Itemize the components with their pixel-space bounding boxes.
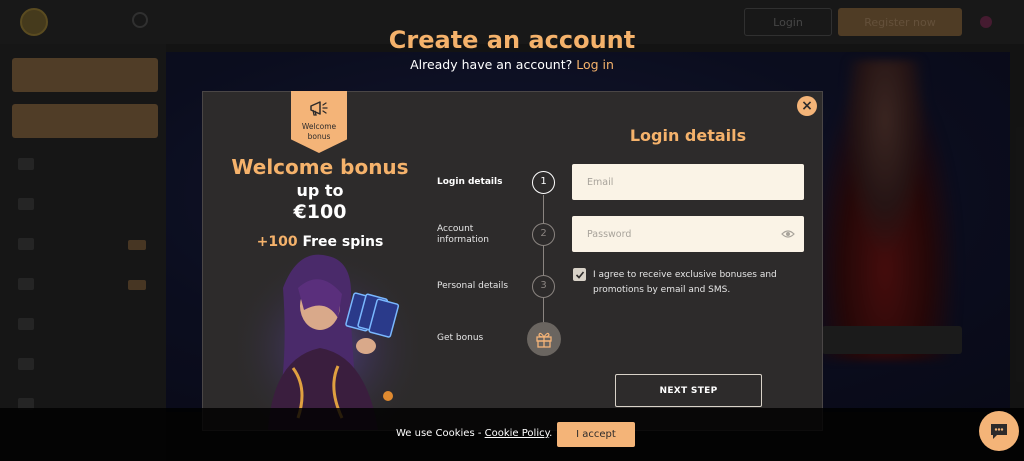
step-3-indicator: 3: [532, 275, 555, 298]
cookie-policy-link[interactable]: Cookie Policy: [485, 428, 549, 439]
close-icon[interactable]: ×: [797, 96, 817, 116]
have-account-text: Already have an account?: [410, 57, 573, 72]
ribbon-text: Welcome bonus: [301, 122, 337, 141]
cookie-period: .: [549, 428, 553, 439]
cookie-text: We use Cookies -: [396, 428, 482, 439]
bonus-character-illustration: [238, 248, 418, 430]
page-title: Create an account: [388, 26, 636, 54]
password-field[interactable]: [572, 216, 804, 252]
bonus-amount: €100: [293, 201, 347, 223]
step-2-indicator: 2: [532, 223, 555, 246]
login-link[interactable]: Log in: [576, 57, 614, 72]
bonus-up-to: up to: [296, 181, 344, 200]
cookie-text-line: We use Cookies - Cookie Policy.: [396, 428, 552, 439]
megaphone-icon: [310, 101, 328, 116]
step-connector: [543, 195, 544, 325]
step-label-login-details: Login details: [437, 177, 503, 187]
step-1-indicator: 1: [532, 171, 555, 194]
gift-icon: [536, 332, 552, 348]
agree-text[interactable]: I agree to receive exclusive bonuses and…: [593, 268, 793, 298]
next-step-button[interactable]: NEXT STEP: [615, 374, 762, 407]
agree-checkbox[interactable]: [573, 268, 586, 281]
step-label-get-bonus: Get bonus: [437, 333, 484, 343]
chat-icon: [991, 424, 1007, 439]
step-label-personal-details: Personal details: [437, 281, 509, 291]
have-account-line: Already have an account? Log in: [0, 57, 1024, 72]
eye-icon[interactable]: [781, 229, 795, 239]
bonus-title: Welcome bonus: [231, 155, 409, 179]
check-icon: [575, 270, 584, 279]
get-bonus-indicator: [527, 322, 561, 356]
accept-cookies-button[interactable]: I accept: [557, 422, 635, 447]
live-chat-button[interactable]: [979, 411, 1019, 451]
form-title: Login details: [629, 126, 747, 145]
step-label-account-information: Account information: [437, 224, 489, 245]
email-field[interactable]: [572, 164, 804, 200]
